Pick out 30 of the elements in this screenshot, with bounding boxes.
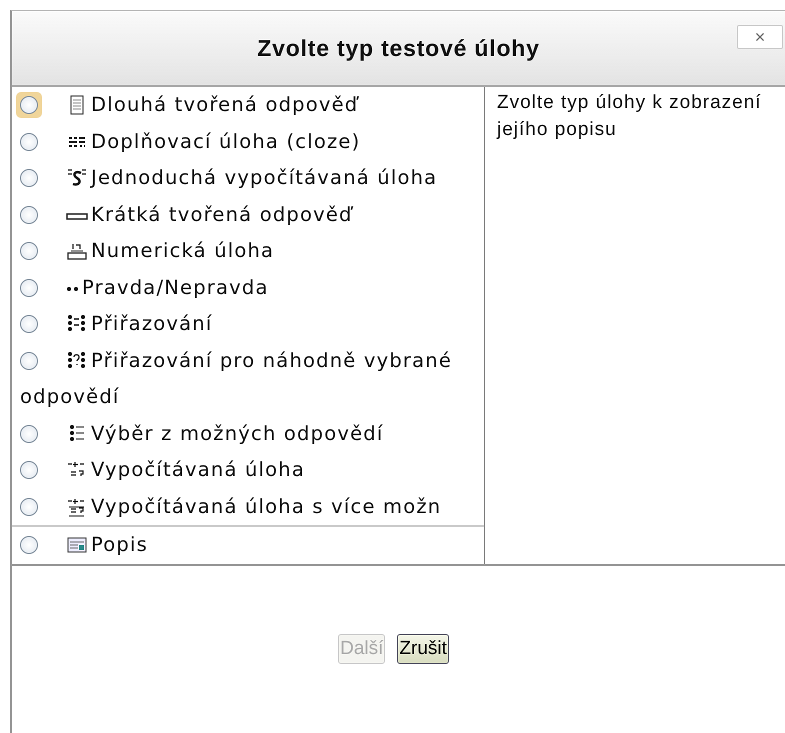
radio-button[interactable] [20, 206, 38, 224]
radio-button[interactable] [20, 169, 38, 187]
cancel-button[interactable]: Zrušit [397, 634, 449, 664]
radio-button[interactable] [20, 96, 38, 114]
question-type-label[interactable]: Doplňovací úloha (cloze) [20, 124, 484, 160]
question-type-label[interactable]: Přiřazování [20, 306, 484, 342]
radio-button[interactable] [20, 132, 38, 150]
radio-button[interactable] [20, 461, 38, 479]
radio-button[interactable] [20, 536, 38, 554]
dialog-title: Zvolte typ testové úlohy [257, 34, 540, 62]
question-type-label[interactable]: Výběr z možných odpovědí [20, 416, 484, 452]
text-box-icon [66, 212, 88, 220]
question-type-label[interactable]: Vypočítávaná úloha [20, 452, 484, 488]
two-dots-icon [66, 286, 79, 292]
radio-button[interactable] [20, 242, 38, 260]
question-type-label[interactable]: Dlouhá tvořená odpověď [20, 87, 484, 124]
close-button[interactable]: × [737, 25, 783, 49]
question-type-label[interactable]: Numerická úloha [20, 233, 484, 270]
question-type-label[interactable]: Vypočítávaná úloha s více možn [20, 488, 484, 525]
question-type-label[interactable]: Krátká tvořená odpověď [20, 196, 484, 233]
radio-button[interactable] [20, 498, 38, 516]
radio-button[interactable] [20, 424, 38, 442]
description-text: Zvolte typ úlohy k zobrazení jejího popisu [496, 91, 763, 142]
question-type-label[interactable]: Pravda/Nepravda [20, 270, 484, 306]
question-type-label[interactable]: Přiřazování pro náhodně vybrané odpovědí [20, 342, 484, 416]
radio-button[interactable] [20, 278, 38, 296]
radio-button[interactable] [20, 352, 38, 370]
question-type-label[interactable]: Jednoduchá vypočítávaná úloha [20, 160, 484, 196]
radio-button[interactable] [20, 315, 38, 333]
question-type-label[interactable]: Popis [20, 527, 484, 564]
